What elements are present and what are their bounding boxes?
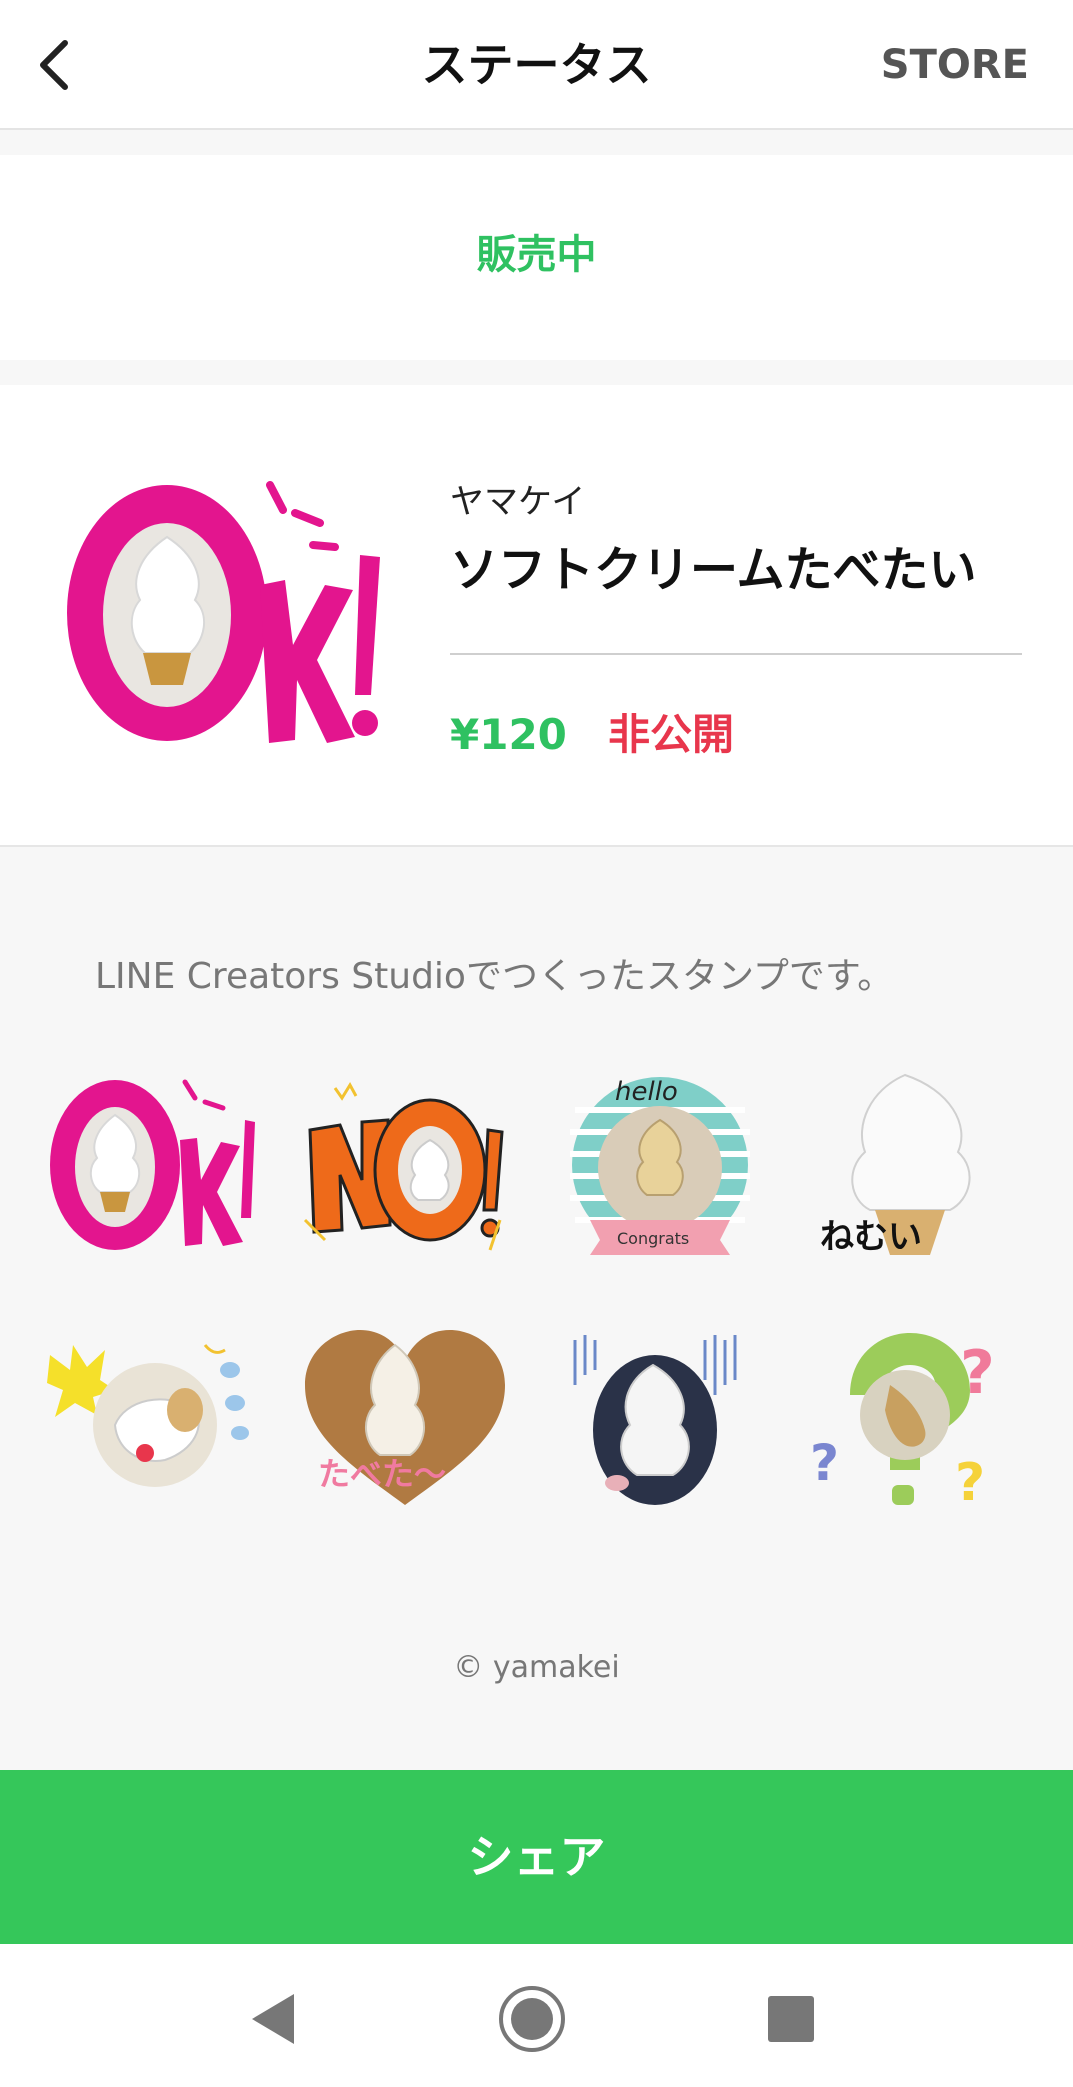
nav-back-icon: [252, 1994, 294, 2044]
sticker-hello-congrats[interactable]: hello Congrats: [555, 1070, 765, 1255]
svg-text:hello: hello: [615, 1077, 678, 1107]
sticker-heart-eat[interactable]: たべた〜: [300, 1325, 510, 1510]
store-link[interactable]: STORE: [881, 30, 1029, 100]
sticker-shock[interactable]: [555, 1325, 765, 1510]
svg-text:?: ?: [955, 1453, 985, 1510]
sticker-ok[interactable]: [45, 1070, 255, 1255]
nav-back-button[interactable]: [238, 1984, 308, 2054]
creators-studio-note: LINE Creators Studioでつくったスタンプです。: [95, 956, 894, 997]
copyright-text: © yamakei: [453, 1650, 620, 1685]
system-nav-bar: [0, 1944, 1073, 2087]
visibility-label: 非公開: [608, 710, 735, 759]
svg-text:ねむい: ねむい: [820, 1217, 922, 1255]
svg-text:?: ?: [810, 1434, 839, 1492]
sticker-sleepy[interactable]: ねむい: [810, 1070, 1020, 1255]
svg-text:?: ?: [960, 1338, 995, 1408]
status-section: 販売中: [0, 155, 1073, 360]
sticker-status-screen: ステータス STORE 販売中 ヤマケイ ソフトクリームたべたい ¥120 非公…: [0, 0, 1073, 2087]
nav-home-button[interactable]: [497, 1984, 567, 2054]
product-section: ヤマケイ ソフトクリームたべたい ¥120 非公開: [0, 385, 1073, 847]
author-name: ヤマケイ: [450, 482, 586, 522]
sales-status-label: 販売中: [476, 232, 597, 278]
svg-text:たべた〜: たべた〜: [318, 1455, 446, 1493]
price-label: ¥120: [450, 710, 567, 759]
sticker-no[interactable]: [300, 1070, 510, 1255]
sticker-question[interactable]: ? ? ?: [810, 1325, 1020, 1510]
product-title: ソフトクリームたべたい: [450, 542, 977, 598]
share-button[interactable]: シェア: [0, 1770, 1073, 1944]
main-sticker-image: [67, 481, 380, 743]
nav-home-icon: [499, 1986, 565, 2052]
divider: [450, 653, 1022, 655]
svg-text:Congrats: Congrats: [617, 1229, 689, 1248]
app-header: ステータス STORE: [0, 0, 1073, 130]
nav-recents-button[interactable]: [756, 1984, 826, 2054]
sticker-surprise[interactable]: [45, 1325, 255, 1510]
nav-recents-icon: [768, 1996, 814, 2042]
